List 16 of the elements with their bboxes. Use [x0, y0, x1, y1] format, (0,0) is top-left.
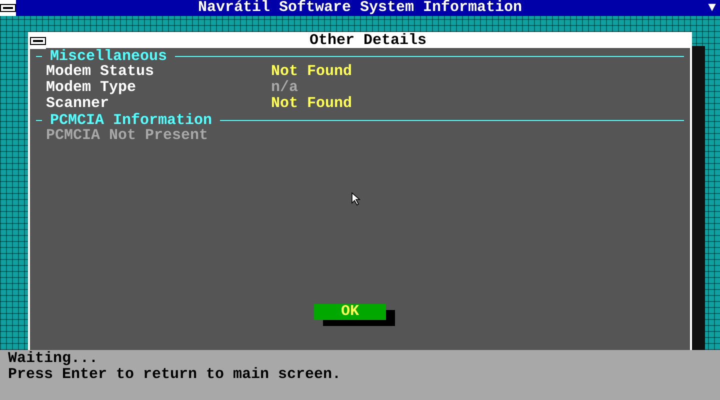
section-heading: Miscellaneous: [50, 48, 168, 64]
field-label: Scanner: [46, 96, 110, 112]
field-value: n/a: [271, 80, 298, 96]
field-value: Not Found: [271, 64, 352, 80]
field-label: Modem Status: [46, 64, 156, 80]
dialog-title: Other Details: [308, 34, 428, 48]
mouse-pointer-icon: [351, 192, 361, 206]
menu-arrow[interactable]: ▼: [704, 0, 720, 16]
field-label: Modem Type: [46, 80, 138, 96]
status-text: Waiting...: [8, 351, 100, 367]
section-heading: PCMCIA Information: [50, 112, 212, 128]
info-text: PCMCIA Not Present: [46, 128, 210, 144]
window-title: Navrátil Software System Information: [196, 0, 524, 16]
system-menu-icon[interactable]: [0, 0, 16, 16]
field-value: Not Found: [271, 96, 352, 112]
status-text: Press Enter to return to main screen.: [8, 367, 342, 383]
